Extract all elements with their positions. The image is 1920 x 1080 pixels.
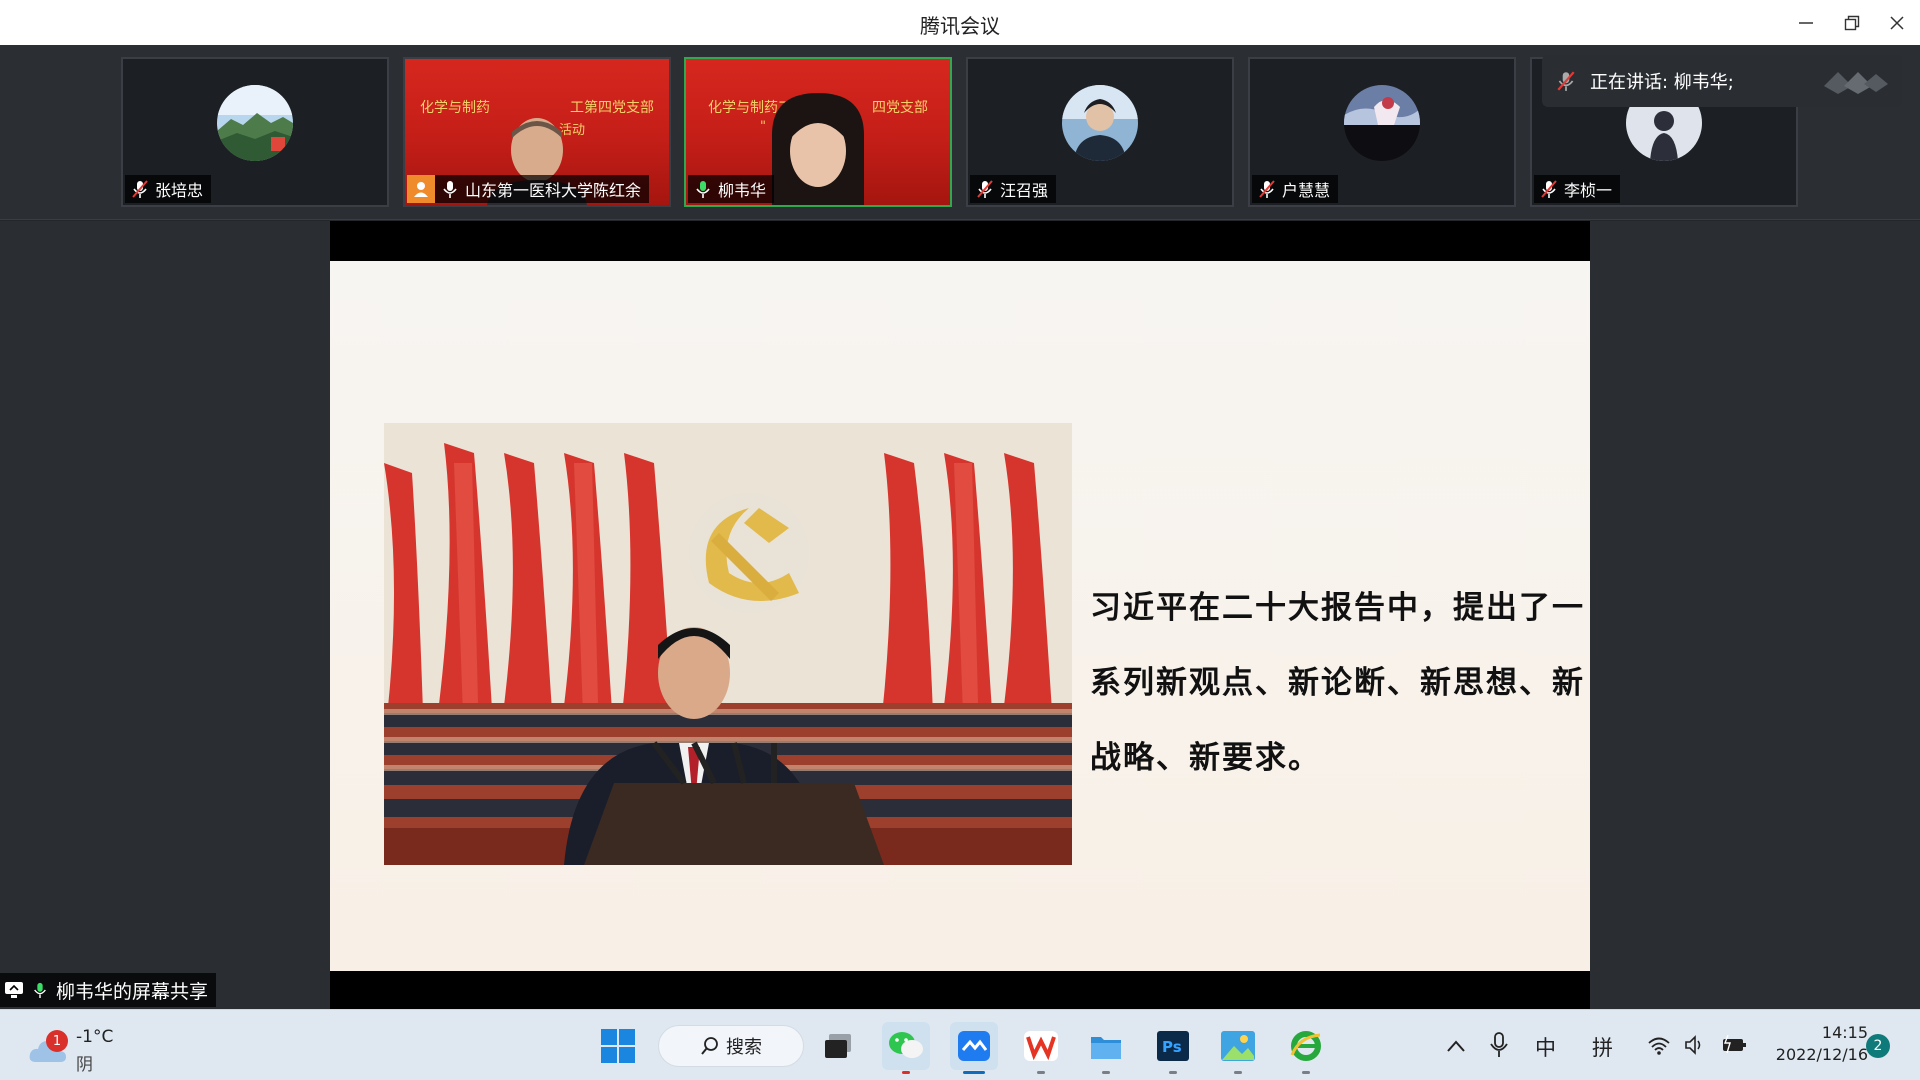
- participant-tile[interactable]: 户慧慧: [1248, 57, 1516, 207]
- clock-date: 2022/12/16: [1775, 1045, 1868, 1064]
- speaker-icon[interactable]: [1684, 1035, 1706, 1060]
- mic-icon: [443, 181, 457, 198]
- running-indicator: [1234, 1071, 1242, 1074]
- participant-nameplate: 李桢一: [1534, 175, 1621, 203]
- taskbar: 1 -1°C 阴 搜索 Ps 中 拼 14:15 2022/12/16 2: [0, 1009, 1920, 1080]
- mic-icon: [34, 982, 46, 998]
- ime-mode[interactable]: 拼: [1592, 1032, 1613, 1062]
- participant-name: 张培忠: [155, 181, 204, 200]
- participant-name: 柳韦华: [718, 181, 767, 200]
- title-bar: 腾讯会议: [0, 0, 1920, 45]
- mic-muted-icon: [132, 180, 148, 198]
- avatar: [1344, 85, 1420, 161]
- wifi-icon[interactable]: [1648, 1036, 1670, 1060]
- presentation-slide: 习近平在二十大报告中，提出了一系列新观点、新论断、新思想、新战略、新要求。: [330, 261, 1590, 971]
- participant-tile-active[interactable]: 化学与制药工 四党支部 " 柳韦华: [684, 57, 952, 207]
- person-video: [772, 93, 864, 205]
- shared-screen: 习近平在二十大报告中，提出了一系列新观点、新论断、新思想、新战略、新要求。: [330, 221, 1590, 1009]
- clock-time: 14:15: [1821, 1023, 1868, 1042]
- participant-nameplate: 户慧慧: [1252, 175, 1339, 203]
- tencent-meeting-icon[interactable]: [950, 1022, 998, 1074]
- weather-badge: 1: [46, 1030, 68, 1052]
- wechat-icon[interactable]: [882, 1022, 930, 1074]
- banner-text-right: 四党支部: [872, 100, 928, 116]
- running-indicator: [1169, 1071, 1177, 1074]
- avatar: [1062, 85, 1138, 161]
- participant-tile[interactable]: 汪召强: [966, 57, 1234, 207]
- search-label: 搜索: [726, 1037, 762, 1058]
- close-icon[interactable]: [1879, 8, 1915, 38]
- participant-name: 户慧慧: [1282, 181, 1331, 200]
- weather-condition: 阴: [76, 1055, 93, 1075]
- running-indicator: [902, 1071, 910, 1074]
- participant-name: 汪召强: [1000, 181, 1049, 200]
- minimize-icon[interactable]: [1788, 8, 1824, 38]
- notification-badge[interactable]: 2: [1866, 1034, 1890, 1058]
- avatar: [217, 85, 293, 161]
- system-clock[interactable]: 14:15 2022/12/16: [1768, 1022, 1868, 1066]
- restore-icon[interactable]: [1834, 8, 1870, 38]
- mic-muted-icon: [977, 180, 993, 198]
- photoshop-icon[interactable]: Ps: [1149, 1022, 1197, 1074]
- participant-name: 山东第一医科大学陈红余: [465, 181, 642, 200]
- running-indicator: [1302, 1071, 1310, 1074]
- mic-muted-icon[interactable]: [1556, 70, 1576, 92]
- microphone-icon[interactable]: [1490, 1032, 1508, 1063]
- photos-icon[interactable]: [1214, 1022, 1262, 1074]
- mic-muted-icon: [1541, 180, 1557, 198]
- wps-icon[interactable]: [1017, 1022, 1065, 1074]
- task-view-icon[interactable]: [815, 1022, 863, 1070]
- participant-nameplate: 张培忠: [125, 175, 212, 203]
- participant-nameplate: 山东第一医科大学陈红余: [407, 175, 650, 203]
- banner-text-left: 化学与制药: [420, 100, 490, 116]
- chevron-up-icon[interactable]: [1446, 1034, 1466, 1058]
- running-indicator: [1037, 1071, 1045, 1074]
- slide-text: 习近平在二十大报告中，提出了一系列新观点、新论断、新思想、新战略、新要求。: [1090, 590, 1585, 776]
- speaking-label: 正在讲话: 柳韦华;: [1590, 72, 1734, 93]
- ie-browser-icon[interactable]: [1282, 1022, 1330, 1074]
- participant-tile[interactable]: 张培忠: [121, 57, 389, 207]
- party-congress-photo: [384, 423, 1072, 865]
- weather-temp: -1°C: [76, 1027, 114, 1047]
- search-icon: [701, 1037, 718, 1055]
- screen-share-icon: [5, 982, 23, 998]
- battery-charging-icon[interactable]: [1720, 1034, 1748, 1060]
- shared-screen-area: 习近平在二十大报告中，提出了一系列新观点、新论断、新思想、新战略、新要求。: [0, 221, 1920, 1009]
- participant-tile[interactable]: 化学与制药 工第四党支部 活动 山东第一医科大学陈红余: [403, 57, 671, 207]
- tencent-meeting-logo-icon: [1824, 72, 1888, 94]
- weather-widget[interactable]: 1 -1°C 阴: [28, 1024, 128, 1075]
- running-indicator: [963, 1071, 985, 1074]
- running-indicator: [1102, 1071, 1110, 1074]
- mic-icon: [696, 181, 710, 198]
- file-explorer-icon[interactable]: [1082, 1022, 1130, 1074]
- mic-muted-icon: [1259, 180, 1275, 198]
- screen-share-label[interactable]: 柳韦华的屏幕共享: [0, 973, 217, 1007]
- ime-language[interactable]: 中: [1535, 1032, 1556, 1062]
- participant-name: 李桢一: [1564, 181, 1613, 200]
- host-icon: [407, 175, 435, 203]
- svg-text:Ps: Ps: [1162, 1038, 1182, 1056]
- share-label-text: 柳韦华的屏幕共享: [56, 980, 209, 1003]
- speaking-indicator: 正在讲话: 柳韦华;: [1542, 55, 1902, 107]
- taskbar-search[interactable]: 搜索: [658, 1025, 804, 1067]
- window-title: 腾讯会议: [920, 14, 1000, 38]
- windows-start-icon[interactable]: [594, 1022, 642, 1070]
- participant-nameplate: 柳韦华: [688, 175, 775, 203]
- participant-nameplate: 汪召强: [970, 175, 1057, 203]
